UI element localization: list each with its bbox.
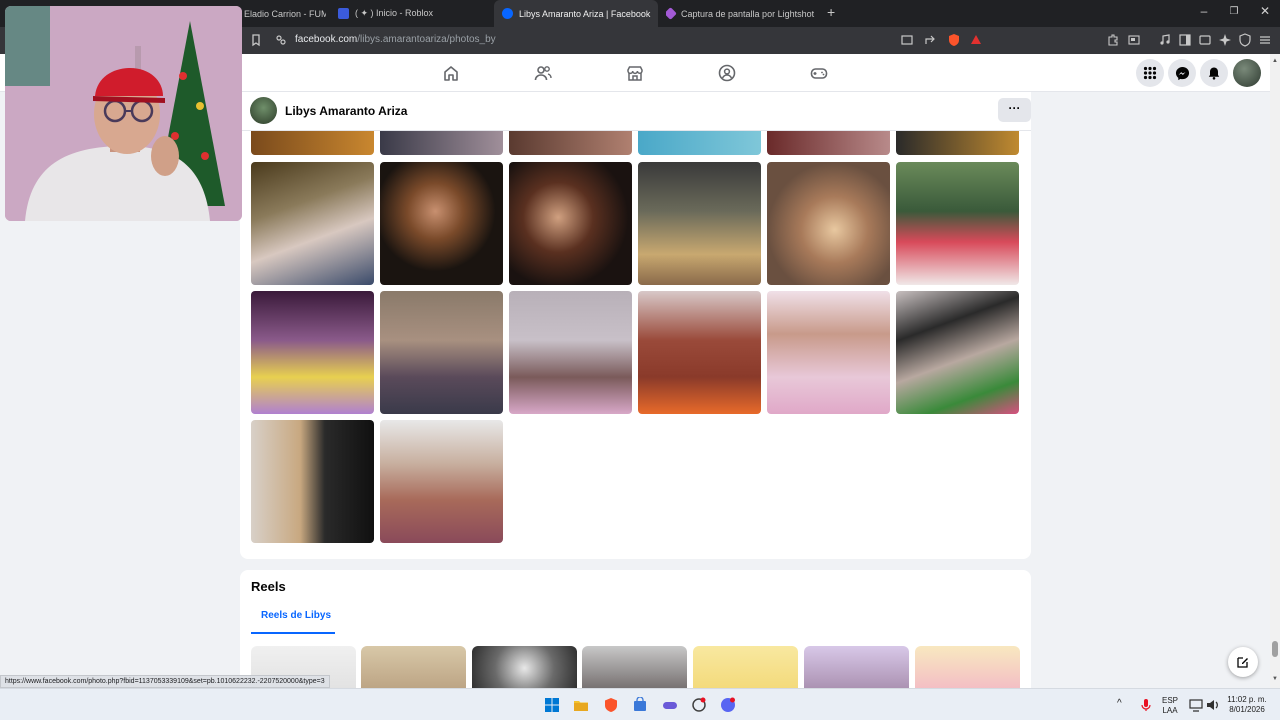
photo-thumbnail[interactable] — [767, 131, 890, 155]
messenger-button[interactable] — [1168, 59, 1196, 87]
scroll-up-icon[interactable]: ▲ — [1272, 58, 1278, 64]
new-tab-button[interactable]: + — [827, 4, 835, 20]
photo-thumbnail[interactable] — [896, 131, 1019, 155]
photo-thumbnail[interactable] — [380, 162, 503, 285]
more-options-button[interactable]: ··· — [998, 98, 1031, 122]
brave-browser-icon[interactable] — [603, 697, 619, 713]
photo-thumbnail[interactable] — [767, 291, 890, 414]
keyboard-layout: LAA — [1162, 706, 1178, 715]
reels-section-title: Reels — [251, 579, 286, 594]
wallet-icon[interactable] — [1198, 33, 1212, 47]
game-controller-icon[interactable] — [662, 697, 678, 713]
photo-thumbnail[interactable] — [380, 291, 503, 414]
extensions-icon[interactable] — [1106, 33, 1120, 47]
marketplace-icon[interactable] — [626, 64, 644, 82]
url-path: /libys.amarantoariza/photos_by — [357, 34, 496, 45]
url-host: facebook.com — [295, 34, 358, 45]
tab-title: Libys Amaranto Ariza | Facebook — [519, 8, 651, 19]
bookmark-icon[interactable] — [249, 33, 263, 47]
scrollbar-thumb[interactable] — [1272, 641, 1278, 657]
link-status-bar: https://www.facebook.com/photo.php?fbid=… — [0, 675, 330, 688]
network-icon[interactable] — [1188, 697, 1204, 713]
profile-name[interactable]: Libys Amaranto Ariza — [285, 104, 407, 118]
webcam-overlay — [5, 6, 242, 221]
friends-icon[interactable] — [534, 64, 552, 82]
input-language[interactable]: ESP LAA — [1158, 696, 1182, 716]
system-clock[interactable]: 11:02 p. m. 8/01/2026 — [1222, 695, 1272, 715]
photo-thumbnail[interactable] — [767, 162, 890, 285]
tab-title: Captura de pantalla por Lightshot — [681, 8, 815, 19]
photo-thumbnail[interactable] — [509, 131, 632, 155]
photos-card — [240, 131, 1031, 559]
file-explorer-icon[interactable] — [573, 697, 589, 713]
tray-overflow-icon[interactable]: ^ — [1117, 699, 1122, 709]
clock-time: 11:02 p. m. — [1227, 695, 1267, 704]
tab-roblox[interactable]: ( ✦ ) Inicio - Roblox — [338, 0, 488, 27]
discord-icon[interactable] — [720, 697, 736, 713]
brave-shield-icon[interactable] — [947, 33, 961, 47]
tab-lightshot[interactable]: Captura de pantalla por Lightshot — [666, 0, 818, 27]
home-icon[interactable] — [442, 64, 460, 82]
bell-icon — [1208, 67, 1220, 80]
gaming-icon[interactable] — [810, 64, 828, 82]
window-close-icon[interactable]: ✕ — [1255, 4, 1275, 18]
clock-date: 8/01/2026 — [1229, 705, 1265, 714]
screenshot-icon[interactable] — [1127, 33, 1141, 47]
share-icon[interactable] — [923, 33, 937, 47]
photo-thumbnail[interactable] — [251, 131, 374, 155]
windows-start-icon[interactable] — [544, 697, 560, 713]
messenger-icon — [1175, 66, 1189, 80]
photo-thumbnail[interactable] — [380, 420, 503, 543]
tab-reels-de-libys[interactable]: Reels de Libys — [261, 610, 331, 621]
notifications-button[interactable] — [1200, 59, 1228, 87]
roblox-icon — [338, 8, 349, 19]
grid-icon — [1143, 66, 1157, 80]
tab-title: Eladio Carrion - FUM — [244, 8, 326, 19]
vpn-shield-icon[interactable] — [1238, 33, 1252, 47]
photo-thumbnail[interactable] — [509, 291, 632, 414]
compose-icon — [1237, 657, 1248, 668]
groups-icon[interactable] — [718, 64, 736, 82]
photo-thumbnail[interactable] — [638, 291, 761, 414]
webcam-feed-image — [5, 6, 242, 221]
tab-facebook[interactable]: Libys Amaranto Ariza | Facebook ✕ — [494, 0, 658, 27]
volume-icon[interactable] — [1205, 697, 1221, 713]
new-message-button[interactable] — [1228, 647, 1258, 677]
tab-eladio[interactable]: Eladio Carrion - FUM — [244, 0, 326, 27]
language-code: ESP — [1161, 696, 1178, 705]
profile-header: Libys Amaranto Ariza ··· — [240, 92, 1031, 131]
url-field[interactable]: facebook.com/libys.amarantoariza/photos_… — [295, 34, 496, 45]
minimize-icon[interactable]: – — [1194, 4, 1214, 18]
active-tab-indicator — [251, 632, 335, 634]
page-scrollbar[interactable]: ▲ ▼ — [1270, 54, 1280, 688]
photo-thumbnail[interactable] — [251, 162, 374, 285]
brave-rewards-icon[interactable] — [969, 33, 983, 47]
photo-thumbnail[interactable] — [638, 131, 761, 155]
facebook-icon — [502, 8, 513, 19]
microsoft-store-icon[interactable] — [632, 697, 648, 713]
windows-taskbar: ^ ESP LAA 11:02 p. m. 8/01/2026 — [0, 688, 1280, 720]
photo-thumbnail[interactable] — [251, 291, 374, 414]
photo-thumbnail[interactable] — [251, 420, 374, 543]
photo-thumbnail[interactable] — [638, 162, 761, 285]
photo-thumbnail[interactable] — [380, 131, 503, 155]
account-avatar[interactable] — [1233, 59, 1261, 87]
menu-icon[interactable] — [1258, 33, 1272, 47]
photo-thumbnail[interactable] — [509, 162, 632, 285]
lightshot-feather-icon — [666, 7, 677, 20]
photo-thumbnail[interactable] — [896, 162, 1019, 285]
cast-icon[interactable] — [900, 33, 914, 47]
site-settings-icon[interactable] — [274, 33, 288, 47]
app-icon[interactable] — [691, 697, 707, 713]
microphone-icon[interactable] — [1138, 697, 1154, 713]
tab-title: ( ✦ ) Inicio - Roblox — [355, 8, 434, 18]
menu-grid-button[interactable] — [1136, 59, 1164, 87]
sidebar-icon[interactable] — [1178, 33, 1192, 47]
scroll-down-icon[interactable]: ▼ — [1272, 676, 1278, 682]
media-icon[interactable] — [1158, 33, 1172, 47]
photo-thumbnail[interactable] — [896, 291, 1019, 414]
profile-avatar[interactable] — [250, 97, 277, 124]
restore-icon[interactable]: ❐ — [1224, 6, 1244, 17]
leo-ai-icon[interactable] — [1218, 33, 1232, 47]
